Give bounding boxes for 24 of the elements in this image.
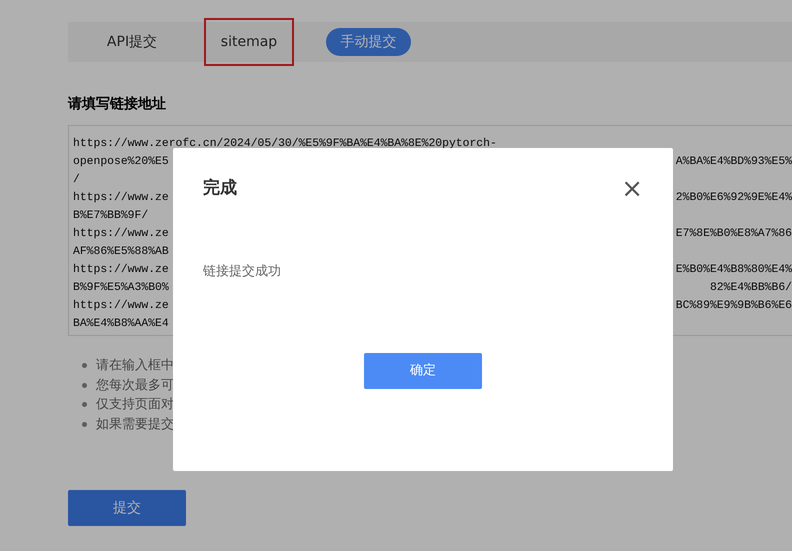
- note-text: 仅支持页面对: [96, 396, 174, 414]
- url-line: https://www.ze: [73, 298, 169, 314]
- url-line: https://www.ze: [73, 190, 169, 206]
- url-line: https://www.ze: [73, 262, 169, 278]
- url-line: openpose%20%E5: [73, 155, 169, 170]
- note-text: 请在输入框中: [96, 357, 174, 375]
- field-label: 请填写链接地址: [68, 95, 167, 114]
- note-text: 如果需要提交: [96, 416, 174, 434]
- dialog-title: 完成: [203, 177, 237, 200]
- url-line: B%9F%E5%A3%B0%: [73, 281, 169, 296]
- note-text: 您每次最多可: [96, 376, 174, 394]
- url-line: B%E7%BB%9F/: [73, 208, 148, 224]
- url-line: /: [73, 172, 80, 188]
- url-line: BC%89%E9%9B%B6%E6: [676, 299, 792, 314]
- dialog-message: 链接提交成功: [203, 262, 282, 280]
- url-line: 2%B0%E6%92%9E%E4%: [676, 191, 792, 206]
- url-line: E7%8E%B0%E8%A7%86: [676, 227, 792, 242]
- url-line: BA%E4%B8%AA%E4: [73, 317, 169, 332]
- url-line: A%BA%E4%BD%93%E5%: [676, 155, 792, 170]
- url-line: https://www.zerofc.cn/2024/05/30/%E5%9F%BA%E4%BA%8E%20pytorch-: [73, 136, 497, 152]
- url-line: E%B0%E4%B8%80%E4%: [676, 263, 792, 278]
- url-line: https://www.ze: [73, 226, 169, 242]
- url-line: AF%86%E5%88%AB: [73, 245, 169, 260]
- url-line: 82%E4%BB%B6/: [710, 280, 792, 296]
